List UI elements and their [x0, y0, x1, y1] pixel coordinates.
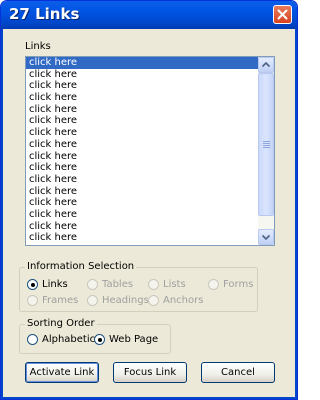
list-item[interactable]: click here: [26, 197, 259, 209]
radio-indicator[interactable]: [148, 279, 159, 290]
radio-indicator[interactable]: [148, 295, 159, 306]
list-item[interactable]: click here: [26, 92, 259, 104]
radio-label: Forms: [223, 279, 254, 290]
radio-indicator[interactable]: [94, 334, 105, 345]
close-button[interactable]: [273, 5, 292, 24]
list-item[interactable]: click here: [26, 115, 259, 127]
radio-indicator[interactable]: [27, 279, 38, 290]
radio-indicator[interactable]: [87, 295, 98, 306]
list-item[interactable]: click here: [26, 127, 259, 139]
links-list[interactable]: click here click here click here click here…: [26, 57, 259, 245]
list-item[interactable]: click here: [26, 209, 259, 221]
links-dialog: 27 Links Links click here click here click…: [0, 0, 298, 400]
list-item[interactable]: click here: [26, 104, 259, 116]
list-item[interactable]: click here: [26, 57, 259, 69]
chevron-down-icon: [261, 234, 271, 241]
radio-label: Links: [42, 279, 68, 290]
scroll-thumb[interactable]: [258, 73, 274, 216]
close-icon: [277, 9, 288, 20]
activate-link-button[interactable]: Activate Link: [25, 362, 99, 383]
radio-indicator[interactable]: [208, 279, 219, 290]
chevron-up-icon: [261, 61, 271, 68]
list-item[interactable]: click here: [26, 232, 259, 244]
radio-indicator[interactable]: [87, 279, 98, 290]
radio-indicator[interactable]: [27, 334, 38, 345]
list-item[interactable]: click here: [26, 186, 259, 198]
radio-indicator[interactable]: [27, 295, 38, 306]
radio-label: Anchors: [163, 295, 204, 306]
radio-label: Headings: [102, 295, 149, 306]
list-item[interactable]: click here: [26, 139, 259, 151]
window-title: 27 Links: [9, 5, 80, 23]
list-item[interactable]: click here: [26, 174, 259, 186]
title-bar[interactable]: 27 Links: [1, 1, 297, 29]
scroll-up-button[interactable]: [258, 57, 274, 73]
radio-label: Web Page: [109, 334, 159, 345]
radio-label: Lists: [163, 279, 186, 290]
information-selection-legend: Information Selection: [25, 261, 137, 272]
list-item[interactable]: click here: [26, 80, 259, 92]
links-label: Links: [25, 41, 51, 52]
radio-label: Frames: [42, 295, 79, 306]
list-item[interactable]: click here: [26, 221, 259, 233]
list-item[interactable]: click here: [26, 151, 259, 163]
radio-label: Alphabetic: [42, 334, 96, 345]
list-item[interactable]: click here: [26, 162, 259, 174]
focus-link-button[interactable]: Focus Link: [113, 362, 187, 383]
list-item[interactable]: click here: [26, 69, 259, 81]
links-listbox[interactable]: click here click here click here click here…: [25, 56, 275, 246]
scroll-down-button[interactable]: [258, 229, 274, 245]
cancel-button[interactable]: Cancel: [201, 362, 275, 383]
radio-label: Tables: [102, 279, 134, 290]
sorting-order-legend: Sorting Order: [25, 318, 97, 329]
vertical-scrollbar[interactable]: [258, 57, 274, 245]
